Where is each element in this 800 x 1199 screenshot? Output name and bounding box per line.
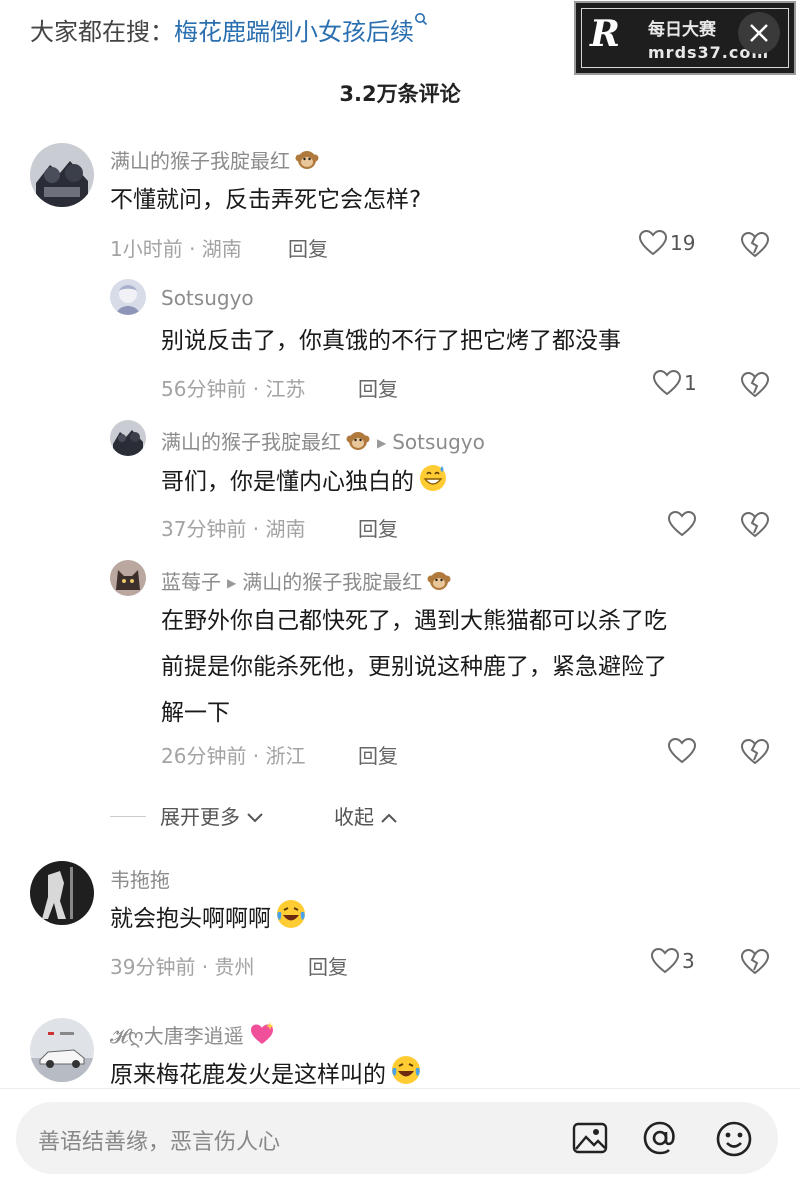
collapse-button[interactable]: 收起 bbox=[334, 801, 398, 830]
heart-icon bbox=[650, 947, 680, 974]
dislike-button[interactable] bbox=[740, 371, 770, 403]
reply-to-username[interactable]: Sotsugyo bbox=[392, 430, 485, 454]
username-prefix: 𝓗ღ bbox=[110, 1024, 144, 1048]
comment-text: 就会抱头啊啊啊 bbox=[110, 896, 307, 946]
close-icon bbox=[750, 24, 768, 42]
reply-time-location: 26分钟前 · 浙江 bbox=[161, 744, 306, 768]
heart-icon bbox=[652, 369, 682, 396]
reply-text: 别说反击了，你真饿的不行了把它烤了都没事 bbox=[161, 328, 621, 354]
search-suggestion[interactable]: 大家都在搜：梅花鹿踹倒小女孩后续 bbox=[30, 12, 428, 47]
collapse-label: 收起 bbox=[334, 805, 374, 829]
reply-time-location: 56分钟前 · 江苏 bbox=[161, 377, 306, 401]
monkey-emoji-icon bbox=[294, 146, 320, 177]
monkey-emoji-icon bbox=[345, 427, 371, 458]
close-button[interactable] bbox=[738, 12, 780, 54]
crying-laughing-emoji-icon bbox=[275, 898, 307, 946]
dislike-button[interactable] bbox=[740, 511, 770, 543]
top-bar: 大家都在搜：梅花鹿踹倒小女孩后续 R 每日大赛 mrds37.com bbox=[0, 0, 800, 75]
reply-username[interactable]: 满山的猴子我腚最红 ▶ Sotsugyo bbox=[161, 426, 485, 458]
dislike-button[interactable] bbox=[740, 738, 770, 770]
heart-icon bbox=[667, 737, 697, 764]
reply-text: 在野外你自己都快死了，遇到大熊猫都可以杀了吃 前提是你能杀死他，更别说这种鹿了，… bbox=[161, 598, 667, 736]
reply-text-line: 前提是你能杀死他，更别说这种鹿了，紧急避险了 bbox=[161, 654, 667, 680]
username-text: 大唐李逍遥 bbox=[143, 1024, 244, 1048]
dislike-button[interactable] bbox=[740, 231, 770, 263]
username-text: 蓝莓子 bbox=[161, 570, 221, 594]
reply-time-location: 37分钟前 · 湖南 bbox=[161, 517, 306, 541]
replies-expand-row: 展开更多 收起 bbox=[0, 796, 800, 836]
comment-username[interactable]: 𝓗ღ大唐李逍遥 bbox=[110, 1020, 276, 1052]
like-count: 3 bbox=[682, 949, 695, 973]
like-count: 19 bbox=[670, 231, 696, 255]
watermark-logo-letter: R bbox=[590, 13, 620, 55]
like-button[interactable]: 19 bbox=[638, 229, 695, 261]
comment-input-placeholder: 善语结善缘，恶言伤人心 bbox=[38, 1130, 281, 1155]
reply-button[interactable]: 回复 bbox=[288, 233, 328, 262]
like-button[interactable] bbox=[667, 510, 699, 542]
broken-heart-icon bbox=[740, 231, 770, 258]
grinning-sweat-emoji-icon bbox=[418, 463, 448, 509]
comment-input[interactable]: 善语结善缘，恶言伤人心 bbox=[16, 1102, 778, 1174]
comment-text: 不懂就问，反击弄死它会怎样? bbox=[110, 187, 422, 213]
reply-to-username[interactable]: 满山的猴子我腚最红 bbox=[242, 570, 422, 594]
avatar[interactable] bbox=[110, 560, 146, 596]
image-icon[interactable] bbox=[571, 1119, 609, 1161]
comment-time-location: 1小时前 · 湖南 bbox=[110, 237, 242, 261]
username-text: 满山的猴子我腚最红 bbox=[110, 149, 290, 173]
divider bbox=[110, 816, 146, 817]
comment-count-title: 3.2万条评论 bbox=[339, 82, 461, 106]
reply-username[interactable]: Sotsugyo bbox=[161, 286, 254, 310]
reply-button[interactable]: 回复 bbox=[358, 373, 398, 402]
avatar[interactable] bbox=[110, 420, 146, 456]
comment-text-body: 就会抱头啊啊啊 bbox=[110, 906, 271, 932]
emoji-icon[interactable] bbox=[714, 1119, 754, 1163]
broken-heart-icon bbox=[740, 948, 770, 975]
broken-heart-icon bbox=[740, 511, 770, 538]
broken-heart-icon bbox=[740, 371, 770, 398]
search-suggestion-keyword[interactable]: 梅花鹿踹倒小女孩后续 bbox=[174, 18, 414, 46]
reply-button[interactable]: 回复 bbox=[358, 513, 398, 542]
reply-to-arrow-icon: ▶ bbox=[227, 576, 237, 590]
comment-time-location: 39分钟前 · 贵州 bbox=[110, 955, 255, 979]
watermark-title: 每日大赛 bbox=[648, 20, 716, 40]
reply-to-arrow-icon: ▶ bbox=[377, 436, 387, 450]
comment-username[interactable]: 韦拖拖 bbox=[110, 864, 170, 893]
expand-more-label: 展开更多 bbox=[160, 805, 240, 829]
reply-text: 哥们，你是懂内心独白的 bbox=[161, 459, 448, 509]
expand-more-button[interactable]: 展开更多 bbox=[160, 801, 264, 830]
like-button[interactable]: 1 bbox=[652, 369, 697, 401]
reply-button[interactable]: 回复 bbox=[308, 951, 348, 980]
avatar[interactable] bbox=[30, 861, 94, 925]
sparkling-heart-emoji-icon bbox=[248, 1021, 276, 1052]
heart-icon bbox=[638, 229, 668, 256]
reply-button[interactable]: 回复 bbox=[358, 740, 398, 769]
avatar[interactable] bbox=[30, 1018, 94, 1082]
heart-icon bbox=[667, 510, 697, 537]
avatar[interactable] bbox=[110, 279, 146, 315]
reply-text-line: 解一下 bbox=[161, 700, 230, 726]
reply-text-body: 哥们，你是懂内心独白的 bbox=[161, 469, 414, 495]
magnifier-icon bbox=[414, 12, 428, 30]
like-button[interactable] bbox=[667, 737, 699, 769]
comment-text-body: 原来梅花鹿发火是这样叫的 bbox=[110, 1062, 386, 1088]
chevron-up-icon bbox=[381, 813, 398, 823]
monkey-emoji-icon bbox=[426, 567, 452, 598]
dislike-button[interactable] bbox=[740, 948, 770, 980]
chevron-down-icon bbox=[247, 813, 264, 823]
like-button[interactable]: 3 bbox=[650, 947, 695, 979]
at-icon[interactable] bbox=[641, 1119, 679, 1161]
comment-username[interactable]: 满山的猴子我腚最红 bbox=[110, 145, 320, 177]
like-count: 1 bbox=[684, 371, 697, 395]
avatar[interactable] bbox=[30, 143, 94, 207]
username-text: 满山的猴子我腚最红 bbox=[161, 430, 341, 454]
reply-text-line: 在野外你自己都快死了，遇到大熊猫都可以杀了吃 bbox=[161, 608, 667, 634]
reply-username[interactable]: 蓝莓子 ▶ 满山的猴子我腚最红 bbox=[161, 566, 452, 598]
search-suggestion-prefix: 大家都在搜： bbox=[30, 18, 174, 46]
broken-heart-icon bbox=[740, 738, 770, 765]
